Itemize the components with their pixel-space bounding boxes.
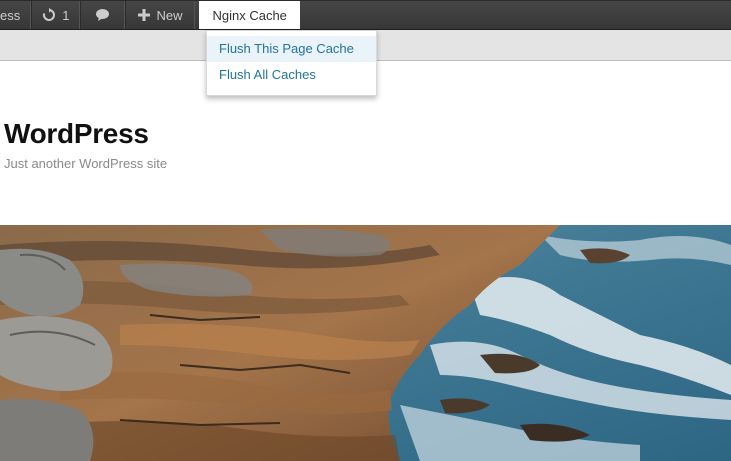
nginx-cache-menu[interactable]: Nginx Cache [199, 1, 300, 29]
comment-bubble-icon [95, 8, 110, 22]
flush-page-cache-link[interactable]: Flush This Page Cache [207, 36, 376, 62]
header-image [0, 225, 731, 461]
coastline-photo [0, 225, 731, 461]
admin-bar: ess 1 New Nginx Cache [0, 0, 731, 30]
site-title[interactable]: WordPress [4, 118, 149, 150]
admin-bar-new[interactable]: New [125, 1, 196, 29]
nginx-cache-label: Nginx Cache [212, 7, 287, 23]
site-name-label: ess [0, 7, 21, 23]
admin-bar-updates[interactable]: 1 [31, 1, 81, 29]
flush-all-caches-link[interactable]: Flush All Caches [207, 62, 376, 88]
admin-bar-comments[interactable] [80, 1, 126, 29]
admin-bar-site-name[interactable]: ess [0, 1, 32, 29]
nginx-cache-dropdown: Flush This Page Cache Flush All Caches [206, 30, 377, 96]
updates-count: 1 [62, 7, 70, 23]
refresh-icon [42, 8, 56, 22]
site-description: Just another WordPress site [4, 156, 168, 171]
new-label: New [156, 7, 183, 23]
plus-icon [138, 9, 151, 21]
